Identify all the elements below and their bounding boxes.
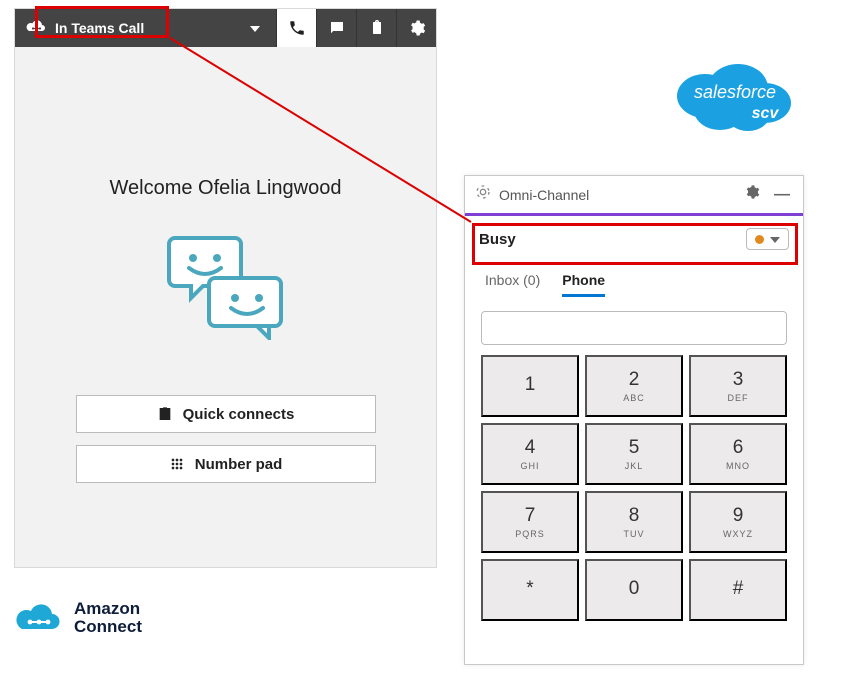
- dial-key-star[interactable]: *: [481, 559, 579, 621]
- omni-icon: [475, 184, 491, 205]
- amazon-connect-logo-text: Amazon Connect: [74, 600, 142, 636]
- dial-key-9[interactable]: 9WXYZ: [689, 491, 787, 553]
- number-pad-button[interactable]: Number pad: [76, 445, 376, 483]
- tab-inbox[interactable]: Inbox (0): [485, 272, 540, 297]
- chat-tab[interactable]: [316, 9, 356, 47]
- tasks-tab[interactable]: [356, 9, 396, 47]
- dial-grid: 1 2ABC 3DEF 4GHI 5JKL 6MNO 7PQRS 8TUV 9W…: [481, 355, 787, 621]
- dial-key-1[interactable]: 1: [481, 355, 579, 417]
- quick-connects-button[interactable]: Quick connects: [76, 395, 376, 433]
- dial-key-2[interactable]: 2ABC: [585, 355, 683, 417]
- callout-highlight-omni-status: [472, 223, 798, 265]
- amazon-connect-logo-line2: Connect: [74, 618, 142, 636]
- contacts-icon: [157, 406, 173, 422]
- chat-icon: [328, 19, 346, 37]
- amazon-connect-logo: Amazon Connect: [14, 600, 142, 636]
- amazon-connect-panel: In Teams Call Welcome Ofelia Lingwood: [14, 8, 437, 568]
- dial-key-7[interactable]: 7PQRS: [481, 491, 579, 553]
- tab-phone[interactable]: Phone: [562, 272, 605, 297]
- clipboard-icon: [369, 19, 385, 37]
- welcome-text: Welcome Ofelia Lingwood: [15, 177, 436, 200]
- omni-minimize-button[interactable]: —: [771, 186, 793, 204]
- omni-title: Omni-Channel: [499, 187, 733, 203]
- omni-header: Omni-Channel —: [465, 176, 803, 216]
- gear-icon: [408, 19, 426, 37]
- omni-settings-button[interactable]: [741, 184, 763, 205]
- dial-key-0[interactable]: 0: [585, 559, 683, 621]
- scv-text: scv: [752, 105, 780, 122]
- omni-channel-panel: Omni-Channel — Busy Inbox (0) Phone 1 2A…: [464, 175, 804, 665]
- dial-key-3[interactable]: 3DEF: [689, 355, 787, 417]
- status-dropdown-button[interactable]: [234, 9, 276, 47]
- gear-icon: [744, 184, 760, 200]
- connect-tabs: [276, 9, 436, 47]
- connect-body: Welcome Ofelia Lingwood Quick connects: [15, 47, 436, 483]
- omni-tabs: Inbox (0) Phone: [465, 272, 803, 297]
- dial-key-8[interactable]: 8TUV: [585, 491, 683, 553]
- salesforce-scv-logo: salesforce scv: [660, 48, 810, 153]
- dial-area: 1 2ABC 3DEF 4GHI 5JKL 6MNO 7PQRS 8TUV 9W…: [465, 297, 803, 621]
- chevron-down-icon: [250, 19, 260, 37]
- dial-key-6[interactable]: 6MNO: [689, 423, 787, 485]
- quick-connects-label: Quick connects: [183, 406, 295, 423]
- phone-tab[interactable]: [276, 9, 316, 47]
- salesforce-text: salesforce: [694, 82, 776, 102]
- dial-input[interactable]: [481, 311, 787, 345]
- amazon-connect-cloud-icon: [14, 600, 64, 636]
- phone-icon: [288, 19, 306, 37]
- dial-key-hash[interactable]: #: [689, 559, 787, 621]
- amazon-connect-logo-line1: Amazon: [74, 600, 142, 618]
- settings-tab[interactable]: [396, 9, 436, 47]
- dialpad-icon: [169, 456, 185, 472]
- dial-key-4[interactable]: 4GHI: [481, 423, 579, 485]
- callout-highlight-status: [35, 6, 169, 38]
- chat-bubbles-illustration: [15, 230, 436, 345]
- dial-key-5[interactable]: 5JKL: [585, 423, 683, 485]
- number-pad-label: Number pad: [195, 456, 283, 473]
